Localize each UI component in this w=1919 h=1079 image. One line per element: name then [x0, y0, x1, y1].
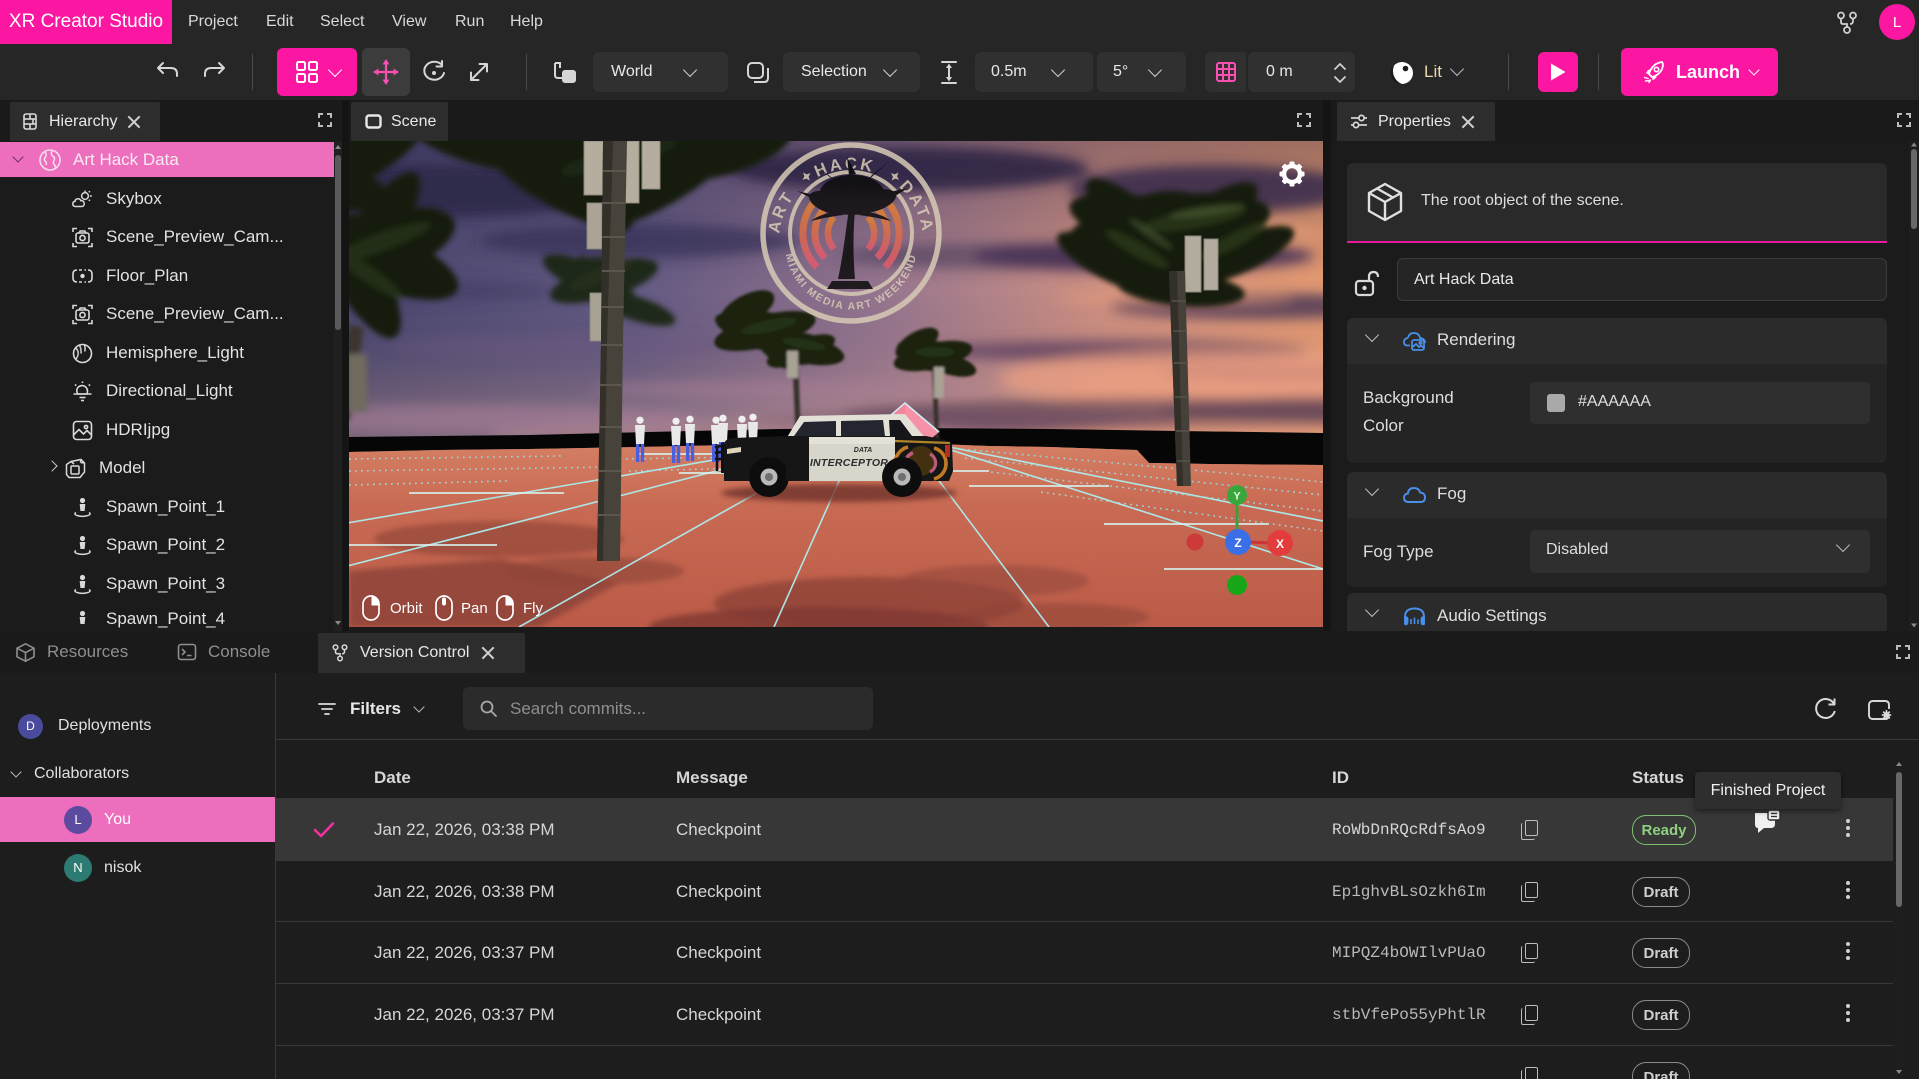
svg-text:DATA: DATA — [854, 447, 872, 454]
svg-text:Y: Y — [1233, 491, 1241, 503]
svg-text:X: X — [1276, 537, 1284, 551]
svg-text:Orbit: Orbit — [390, 600, 423, 617]
svg-text:Z: Z — [1234, 536, 1241, 550]
svg-text:Fly: Fly — [523, 600, 543, 617]
svg-text:Pan: Pan — [461, 600, 488, 617]
svg-text:INTERCEPTOR: INTERCEPTOR — [810, 457, 888, 469]
